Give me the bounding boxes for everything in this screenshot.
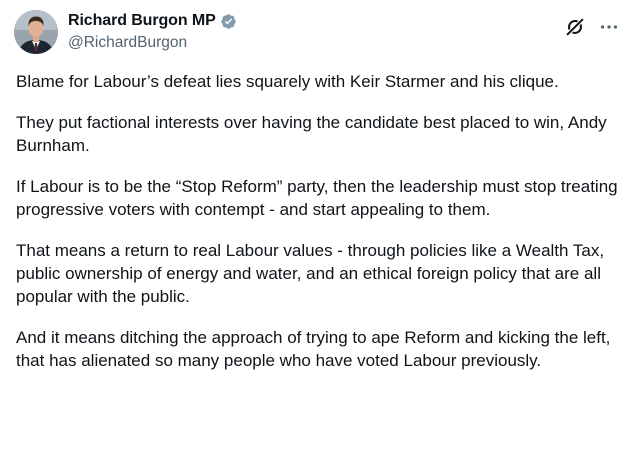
author-handle[interactable]: @RichardBurgon [68,34,237,52]
verified-badge-icon[interactable] [220,13,237,30]
post-paragraph: And it means ditching the approach of tr… [16,327,611,370]
post-actions [564,16,620,38]
grok-icon[interactable] [564,16,586,38]
more-horizontal-icon[interactable] [598,16,620,38]
author-names: Richard Burgon MP @RichardBurgon [68,10,237,52]
post-paragraph: They put factional interests over having… [16,112,607,155]
post-header: Richard Burgon MP @RichardBurgon [14,10,620,56]
post-paragraph: That means a return to real Labour value… [16,240,605,306]
post-text: Blame for Labour’s defeat lies squarely … [16,70,626,390]
avatar-photo [14,10,58,54]
display-name-row: Richard Burgon MP [68,10,237,32]
display-name[interactable]: Richard Burgon MP [68,12,216,30]
post-card: Richard Burgon MP @RichardBurgon Blame f… [0,0,634,463]
avatar[interactable] [14,10,58,54]
post-paragraph: Blame for Labour’s defeat lies squarely … [16,72,559,91]
post-paragraph: If Labour is to be the “Stop Reform” par… [16,176,618,219]
